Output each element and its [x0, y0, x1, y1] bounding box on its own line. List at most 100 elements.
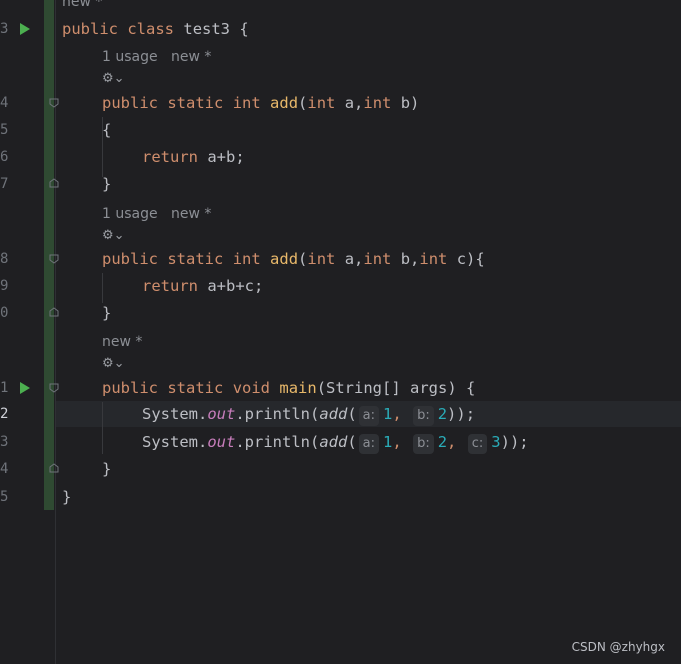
return-expr: a+b; [198, 148, 245, 166]
code-line-return[interactable]: return a+b; [142, 144, 245, 170]
code-line-close-brace[interactable]: } [102, 300, 111, 326]
top-lens-author[interactable]: new * [62, 0, 102, 12]
class-ref: System. [142, 433, 208, 451]
run-main-icon[interactable] [20, 382, 30, 394]
param-hint: b: [413, 434, 434, 454]
fold-start-icon[interactable] [49, 383, 59, 393]
fold-start-icon[interactable] [49, 254, 59, 264]
run-class-icon[interactable] [20, 23, 30, 35]
code-vision-lens[interactable]: new * [102, 332, 142, 352]
line-number: 5 [0, 489, 9, 505]
kw-public: public [102, 379, 158, 397]
method-call: .println( [235, 405, 320, 423]
kw-public: public [102, 94, 158, 112]
line-number: 1 [0, 380, 9, 396]
usage-link[interactable]: 1 usage [102, 49, 158, 65]
number: 2 [437, 405, 448, 423]
call-add: add [319, 433, 348, 451]
indent-guide [102, 402, 103, 454]
method-name: add [270, 250, 299, 268]
code-line-main-sig[interactable]: public static void main(String[] args) { [102, 375, 475, 401]
line-number: 6 [0, 149, 9, 165]
number: 2 [437, 433, 448, 451]
code-line-class-close[interactable]: } [62, 484, 71, 510]
kw-public: public [62, 20, 118, 38]
code-line-return[interactable]: return a+b+c; [142, 273, 263, 299]
param-name: b) [391, 94, 420, 112]
static-field: out [207, 433, 236, 451]
usage-link[interactable]: 1 usage [102, 206, 158, 222]
param-type: int [363, 250, 392, 268]
paren: ( [298, 94, 308, 112]
param-type: int [363, 94, 392, 112]
param-name: a, [335, 94, 364, 112]
method-name: main [279, 379, 317, 397]
param-type: int [307, 250, 336, 268]
call-add: add [319, 405, 348, 423]
code-line-method1-sig[interactable]: public static int add(int a,int b) [102, 90, 419, 116]
paren: ( [347, 433, 357, 451]
code-line-close-brace[interactable]: } [102, 456, 111, 482]
kw-class: class [127, 20, 175, 38]
kw-static: static [167, 379, 224, 397]
number: 3 [491, 433, 501, 451]
code-vision-lens[interactable]: 1 usage new * [102, 204, 211, 224]
author-link[interactable]: new * [171, 206, 211, 222]
kw-return: return [142, 277, 198, 295]
line-number: 9 [0, 278, 9, 294]
method-name: add [270, 94, 299, 112]
comma: , [392, 433, 402, 451]
paren-close: )); [500, 433, 529, 451]
fold-start-icon[interactable] [49, 98, 59, 108]
code-line-call2[interactable]: System.out.println(add(a: 1, b: 2, c: 3)); [142, 429, 529, 455]
number: 1 [383, 405, 393, 423]
comma: , [447, 433, 457, 451]
static-field: out [207, 405, 236, 423]
param-hint: a: [358, 434, 380, 454]
fold-end-icon[interactable] [49, 307, 59, 317]
code-line-call1[interactable]: System.out.println(add(a: 1, b: 2)); [142, 401, 475, 427]
line-number-current: 2 [0, 406, 9, 422]
code-line-method2-sig[interactable]: public static int add(int a,int b,int c)… [102, 246, 485, 272]
param-hint: a: [358, 406, 380, 426]
param-hint: c: [467, 434, 488, 454]
main-params: (String[] args) { [316, 379, 476, 397]
class-name: test3 [183, 20, 231, 38]
line-number: 0 [0, 305, 9, 321]
kw-int: int [232, 250, 261, 268]
paren: ( [347, 405, 357, 423]
return-expr: a+b+c; [198, 277, 264, 295]
class-ref: System. [142, 405, 208, 423]
line-number: 7 [0, 176, 9, 192]
code-line-open-brace[interactable]: { [102, 117, 111, 143]
kw-static: static [167, 94, 224, 112]
kw-static: static [167, 250, 224, 268]
code-line-class-decl[interactable]: public class test3 { [62, 16, 249, 42]
line-number: 4 [0, 461, 9, 477]
kw-return: return [142, 148, 198, 166]
param-type: int [419, 250, 448, 268]
kw-int: int [232, 94, 261, 112]
ai-actions-icon[interactable]: ⚙⌄ [102, 356, 125, 372]
ai-actions-icon[interactable]: ⚙⌄ [102, 228, 125, 244]
indent-guide [102, 273, 103, 303]
method-call: .println( [235, 433, 320, 451]
paren: ( [298, 250, 308, 268]
line-number: 8 [0, 251, 9, 267]
watermark: CSDN @zhyhgx [571, 640, 665, 654]
number: 1 [383, 433, 393, 451]
param-type: int [307, 94, 336, 112]
fold-end-icon[interactable] [49, 463, 59, 473]
author-link[interactable]: new * [102, 334, 142, 350]
line-number: 3 [0, 21, 9, 37]
fold-end-icon[interactable] [49, 178, 59, 188]
kw-public: public [102, 250, 158, 268]
kw-void: void [232, 379, 271, 397]
line-number: 3 [0, 434, 9, 450]
author-link[interactable]: new * [171, 49, 211, 65]
param-name: b, [391, 250, 420, 268]
ai-actions-icon[interactable]: ⚙⌄ [102, 71, 125, 87]
line-number: 5 [0, 122, 9, 138]
code-line-close-brace[interactable]: } [102, 171, 111, 197]
code-vision-lens[interactable]: 1 usage new * [102, 47, 211, 67]
